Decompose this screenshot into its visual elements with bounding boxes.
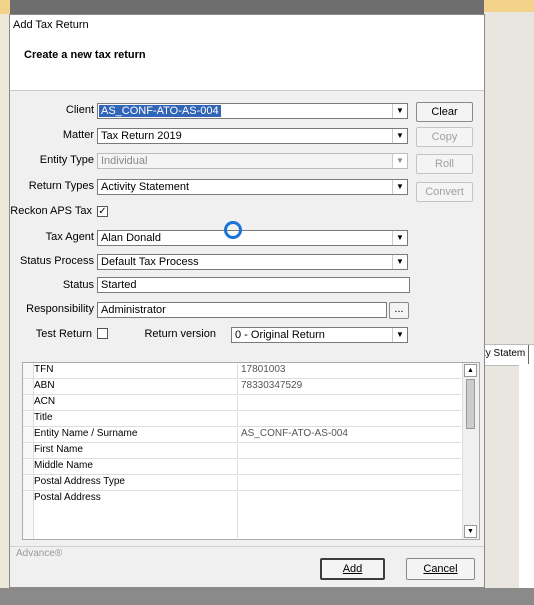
status-process-value: Default Tax Process bbox=[101, 256, 199, 268]
chevron-down-icon[interactable]: ▼ bbox=[392, 180, 407, 194]
tax-agent-value: Alan Donald bbox=[101, 232, 161, 244]
return-version-label: Return version bbox=[144, 328, 216, 340]
chevron-down-icon[interactable]: ▼ bbox=[392, 255, 407, 269]
status-field[interactable]: Started bbox=[97, 277, 410, 293]
return-version-value: 0 - Original Return bbox=[235, 329, 325, 341]
chevron-down-icon[interactable]: ▼ bbox=[392, 104, 407, 118]
add-button-label: Add bbox=[342, 563, 363, 575]
reckon-aps-tax-checkbox[interactable]: ✓ bbox=[97, 206, 108, 217]
properties-grid: TFN 17801003 ABN 78330347529 ACN Title E… bbox=[22, 362, 480, 540]
grid-value: 17801003 bbox=[241, 364, 286, 375]
header-title: Create a new tax return bbox=[24, 49, 146, 61]
status-value: Started bbox=[101, 279, 137, 291]
tax-agent-label: Tax Agent bbox=[45, 231, 94, 243]
clear-button[interactable]: Clear bbox=[416, 102, 473, 122]
brand-label: Advance® bbox=[16, 548, 63, 559]
return-types-label: Return Types bbox=[28, 180, 94, 192]
scroll-thumb[interactable] bbox=[466, 379, 475, 429]
roll-button[interactable]: Roll bbox=[416, 154, 473, 174]
grid-key: ABN bbox=[34, 380, 238, 394]
table-row[interactable]: Postal Address bbox=[23, 491, 461, 539]
background-bottom bbox=[0, 588, 534, 605]
cancel-button[interactable]: Cancel bbox=[406, 558, 475, 580]
client-label: Client bbox=[65, 104, 94, 116]
tax-agent-dropdown[interactable]: Alan Donald ▼ bbox=[97, 230, 408, 246]
client-dropdown[interactable]: AS_CONF-ATO-AS-004 ▼ bbox=[97, 103, 408, 119]
grid-key: Middle Name bbox=[34, 460, 238, 474]
matter-label: Matter bbox=[62, 129, 94, 141]
return-version-dropdown[interactable]: 0 - Original Return ▼ bbox=[231, 327, 408, 343]
grid-key: Postal Address Type bbox=[34, 476, 238, 490]
chevron-down-icon[interactable]: ▼ bbox=[392, 129, 407, 143]
dialog-header: Create a new tax return bbox=[10, 35, 484, 91]
entity-type-label: Entity Type bbox=[39, 154, 94, 166]
table-row[interactable]: Middle Name bbox=[23, 459, 461, 475]
add-button[interactable]: Add bbox=[320, 558, 385, 580]
title-bar: Add Tax Return bbox=[10, 15, 484, 35]
chevron-down-icon: ▼ bbox=[392, 154, 407, 168]
cancel-button-label: Cancel bbox=[423, 563, 458, 575]
matter-value: Tax Return 2019 bbox=[101, 130, 182, 142]
matter-dropdown[interactable]: Tax Return 2019 ▼ bbox=[97, 128, 408, 144]
grid-key: ACN bbox=[34, 396, 238, 410]
add-tax-return-dialog: Add Tax Return Create a new tax return C… bbox=[9, 14, 485, 588]
return-types-value: Activity Statement bbox=[101, 181, 190, 193]
grid-key: Postal Address bbox=[34, 492, 238, 538]
table-row[interactable]: Title bbox=[23, 411, 461, 427]
test-return-label: Test Return bbox=[35, 328, 92, 340]
window-title: Add Tax Return bbox=[13, 19, 89, 31]
responsibility-browse-button[interactable]: ... bbox=[389, 302, 409, 319]
footer-divider bbox=[10, 546, 484, 547]
responsibility-value: Administrator bbox=[101, 304, 166, 316]
entity-type-value: Individual bbox=[101, 155, 148, 167]
chevron-down-icon[interactable]: ▼ bbox=[392, 231, 407, 245]
grid-scrollbar[interactable]: ▲ ▼ bbox=[462, 363, 479, 539]
busy-cursor-icon bbox=[224, 221, 242, 239]
background-right: tity Statem bbox=[478, 0, 534, 605]
grid-key: First Name bbox=[34, 444, 238, 458]
reckon-aps-tax-label: Reckon APS Tax bbox=[10, 205, 92, 217]
table-row[interactable]: ABN 78330347529 bbox=[23, 379, 461, 395]
grid-value: 78330347529 bbox=[241, 380, 303, 391]
return-types-dropdown[interactable]: Activity Statement ▼ bbox=[97, 179, 408, 195]
grid-key: TFN bbox=[34, 364, 238, 378]
table-row[interactable]: Entity Name / Surname AS_CONF-ATO-AS-004 bbox=[23, 427, 461, 443]
table-row[interactable]: First Name bbox=[23, 443, 461, 459]
table-row[interactable]: Postal Address Type bbox=[23, 475, 461, 491]
table-row[interactable]: TFN 17801003 bbox=[23, 363, 461, 379]
entity-type-dropdown: Individual ▼ bbox=[97, 153, 408, 169]
responsibility-field[interactable]: Administrator bbox=[97, 302, 387, 318]
status-label: Status bbox=[62, 279, 94, 291]
chevron-down-icon[interactable]: ▼ bbox=[392, 328, 407, 342]
grid-value: AS_CONF-ATO-AS-004 bbox=[241, 428, 348, 439]
grid-key: Title bbox=[34, 412, 238, 426]
status-process-label: Status Process bbox=[20, 255, 94, 267]
background-ribbon: tity Statem bbox=[478, 344, 534, 366]
scroll-down-icon[interactable]: ▼ bbox=[464, 525, 477, 538]
grid-key: Entity Name / Surname bbox=[34, 428, 238, 442]
scroll-up-icon[interactable]: ▲ bbox=[464, 364, 477, 377]
responsibility-label: Responsibility bbox=[26, 303, 94, 315]
table-row[interactable]: ACN bbox=[23, 395, 461, 411]
status-process-dropdown[interactable]: Default Tax Process ▼ bbox=[97, 254, 408, 270]
client-value: AS_CONF-ATO-AS-004 bbox=[99, 105, 221, 117]
copy-button[interactable]: Copy bbox=[416, 127, 473, 147]
test-return-checkbox[interactable] bbox=[97, 328, 108, 339]
convert-button[interactable]: Convert bbox=[416, 182, 473, 202]
